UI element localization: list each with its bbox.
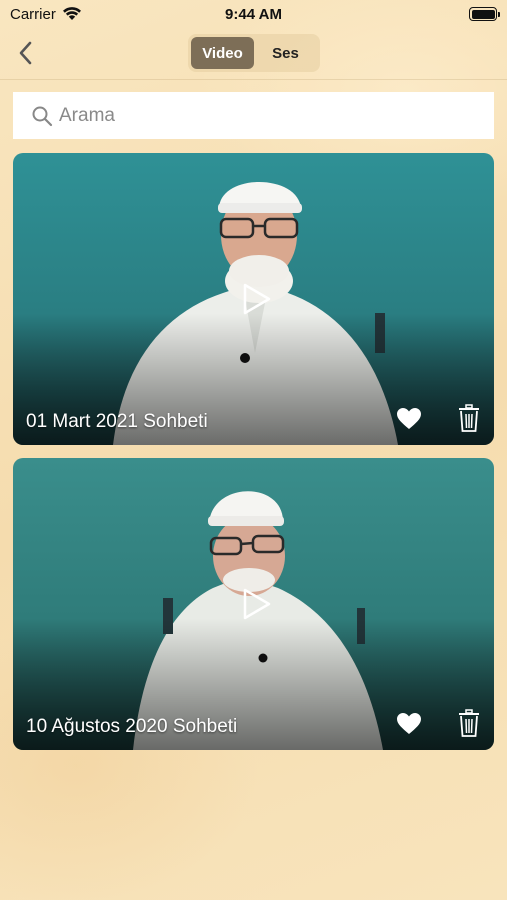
play-icon[interactable] — [242, 283, 272, 315]
segment-ses[interactable]: Ses — [254, 37, 317, 69]
nav-bar: Video Ses — [0, 30, 507, 76]
video-title: 01 Mart 2021 Sohbeti — [26, 411, 208, 432]
video-card[interactable]: 01 Mart 2021 Sohbeti — [13, 153, 494, 445]
search-bar[interactable] — [13, 92, 494, 139]
trash-icon[interactable] — [458, 404, 480, 432]
nav-divider — [0, 79, 507, 80]
segment-video[interactable]: Video — [191, 37, 254, 69]
media-type-segmented-control: Video Ses — [188, 34, 320, 72]
back-button[interactable] — [12, 38, 38, 68]
chevron-left-icon — [19, 41, 32, 65]
search-input[interactable] — [59, 104, 479, 127]
status-time: 9:44 AM — [225, 6, 282, 23]
search-icon — [32, 106, 53, 126]
video-title: 10 Ağustos 2020 Sohbeti — [26, 716, 238, 737]
trash-icon[interactable] — [458, 709, 480, 737]
status-bar: Carrier 9:44 AM — [0, 0, 507, 28]
heart-icon[interactable] — [396, 712, 422, 736]
play-icon[interactable] — [242, 588, 272, 620]
heart-icon[interactable] — [396, 407, 422, 431]
video-card[interactable]: 10 Ağustos 2020 Sohbeti — [13, 458, 494, 750]
battery-icon — [469, 7, 500, 21]
